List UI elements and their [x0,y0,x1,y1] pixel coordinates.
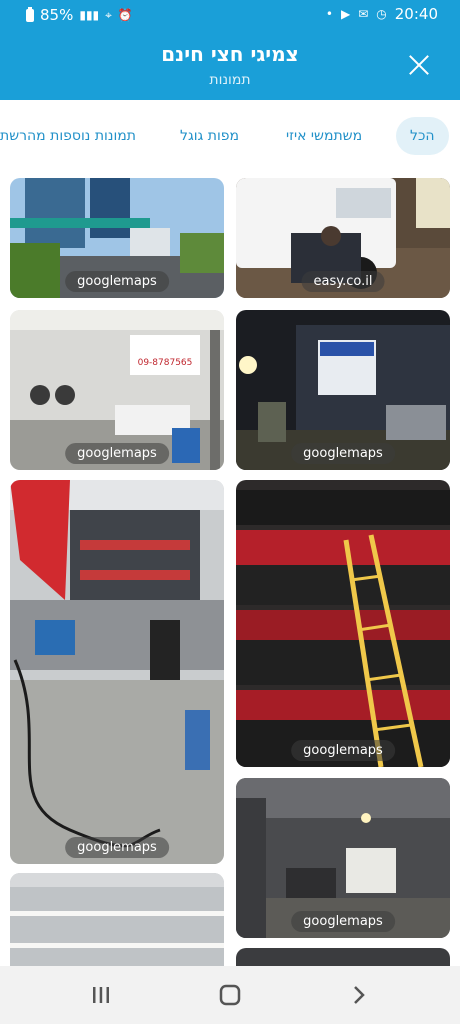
location-icon: ⌖ [105,7,112,22]
photo-source-label: googlemaps [65,443,169,464]
photo-ceiling-partial[interactable] [10,873,224,966]
photo-night-shop[interactable]: googlemaps [236,310,450,470]
tab-google-maps[interactable]: מפות גוגל [180,117,239,155]
battery-level: 85% [40,6,74,24]
filter-tabs: הכל משתמשי איזי מפות גוגל תמונות נוספות … [0,100,460,172]
tab-all[interactable]: הכל [396,117,449,155]
photo-source-label: googlemaps [65,271,169,292]
photo-source-label: googlemaps [291,911,395,932]
photo-garage[interactable]: googlemaps [10,480,224,864]
photo-image [10,480,224,864]
photo-image [236,948,450,966]
home-icon[interactable] [217,982,243,1008]
back-icon[interactable] [346,982,372,1008]
close-icon[interactable] [408,54,430,76]
recents-icon[interactable] [88,982,114,1008]
photo-image [10,873,224,966]
signal-icon: ▮▮▮ [79,8,100,22]
photo-source-label: googlemaps [291,443,395,464]
battery-icon [26,6,34,22]
tab-more-web-photos[interactable]: תמונות נוספות מהרשת [0,117,136,155]
mail-icon: ✉ [358,7,369,21]
photo-source-label: easy.co.il [301,271,385,292]
photo-tire-racks[interactable]: googlemaps [236,480,450,767]
page-title: צמיגי חצי חינם [161,42,299,66]
photo-source-label: googlemaps [65,837,169,858]
photo-covered-garage[interactable]: googlemaps [236,778,450,938]
gallery-header: צמיגי חצי חינם תמונות [0,30,460,100]
alarm-icon: ⏰ [117,8,133,22]
photo-street[interactable]: googlemaps [10,178,224,298]
clock-icon: ◷ [376,7,387,21]
photo-van[interactable]: easy.co.il [236,178,450,298]
photo-workshop-interior[interactable]: 09-8787565 googlemaps [10,310,224,470]
status-time: 20:40 [394,5,438,23]
status-right: • ▶ ✉ ◷ 20:40 [326,5,438,23]
dot-icon: • [325,7,333,21]
status-bar: 85% ▮▮▮ ⌖ ⏰ • ▶ ✉ ◷ 20:40 [0,0,460,30]
photo-image [236,480,450,767]
youtube-icon: ▶ [340,7,351,21]
system-nav-bar [0,966,460,1024]
photo-source-label: googlemaps [291,740,395,761]
status-left: 85% ▮▮▮ ⌖ ⏰ [26,6,133,24]
page-subtitle: תמונות [209,72,251,88]
tab-easy-users[interactable]: משתמשי איזי [286,117,362,155]
sign-phone: 09-8787565 [138,358,193,368]
photo-partial[interactable] [236,948,450,966]
